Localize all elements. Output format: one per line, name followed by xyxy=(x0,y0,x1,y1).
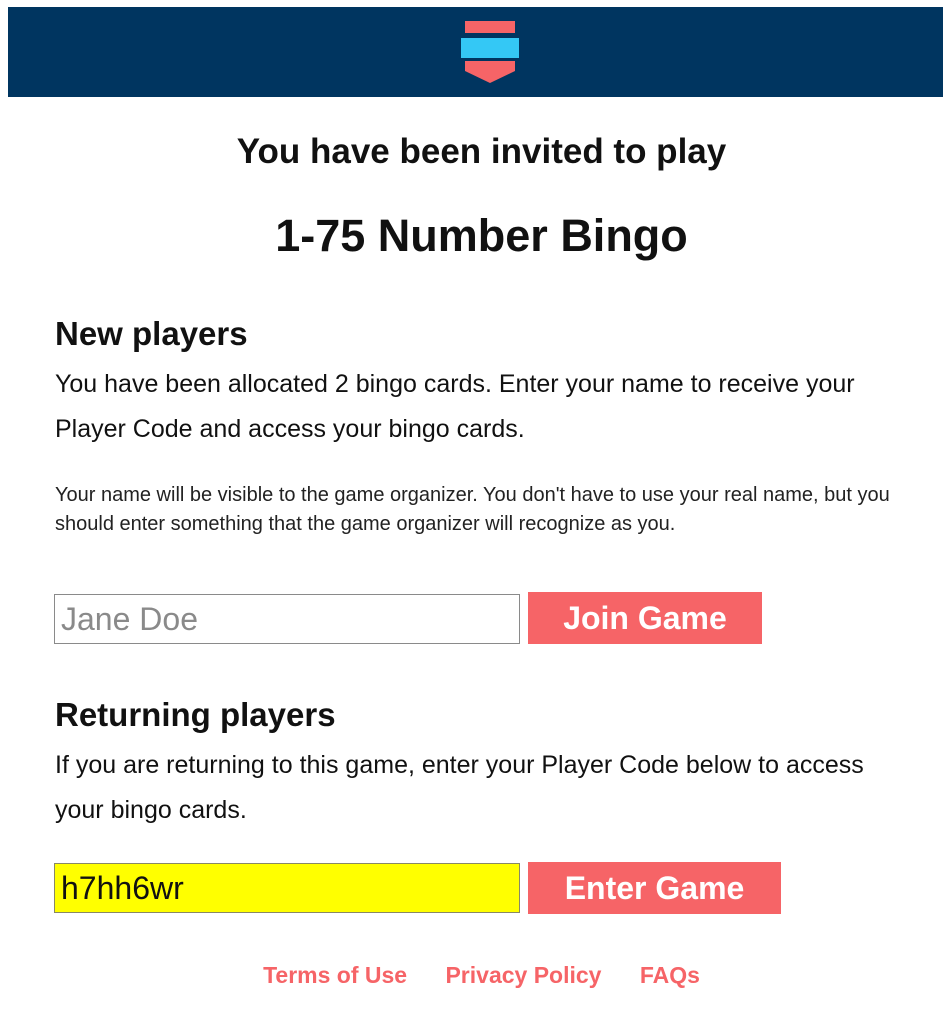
site-header xyxy=(8,7,943,97)
new-players-description: You have been allocated 2 bingo cards. E… xyxy=(55,370,855,443)
join-game-button[interactable]: Join Game xyxy=(528,592,762,644)
new-players-heading: New players xyxy=(55,315,248,352)
invite-page: You have been invited to play 1-75 Numbe… xyxy=(0,0,943,1017)
game-title: 1-75 Number Bingo xyxy=(275,210,688,261)
terms-of-use-link[interactable]: Terms of Use xyxy=(263,962,407,988)
player-name-input[interactable] xyxy=(54,594,520,644)
enter-game-button[interactable]: Enter Game xyxy=(528,862,781,914)
returning-players-description: If you are returning to this game, enter… xyxy=(55,751,864,824)
invite-subtitle: You have been invited to play xyxy=(236,132,727,171)
faqs-link[interactable]: FAQs xyxy=(640,962,700,988)
returning-players-heading: Returning players xyxy=(55,696,336,733)
privacy-policy-link[interactable]: Privacy Policy xyxy=(445,962,601,988)
footer-links: Terms of Use Privacy Policy FAQs xyxy=(0,958,943,992)
bingo-marker-icon xyxy=(461,21,519,83)
name-visibility-note: Your name will be visible to the game or… xyxy=(55,484,890,535)
player-code-input[interactable] xyxy=(54,863,520,913)
